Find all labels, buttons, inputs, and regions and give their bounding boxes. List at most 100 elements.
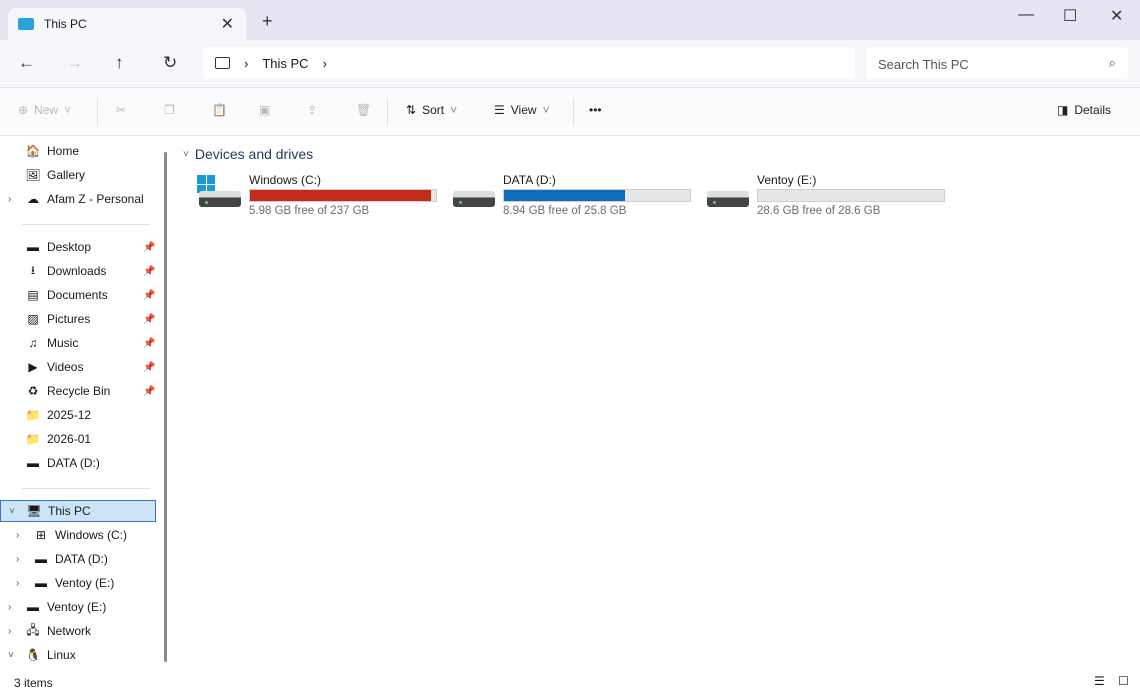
pin-icon: 📌 xyxy=(143,385,156,397)
paste-icon[interactable]: 📋 xyxy=(212,103,227,117)
close-tab-icon[interactable]: ✕ xyxy=(221,14,234,34)
sidebar-item[interactable]: ♫ Music 📌 xyxy=(0,332,156,354)
chevron-right-icon[interactable]: › xyxy=(16,530,19,541)
forward-button[interactable]: → xyxy=(66,53,83,73)
sidebar-item-label: DATA (D:) xyxy=(55,552,108,566)
new-button[interactable]: ⊕ New ˅ xyxy=(18,103,71,117)
sidebar-item[interactable]: ♻ Recycle Bin 📌 xyxy=(0,380,156,402)
up-button[interactable]: ↑ xyxy=(115,53,124,73)
sidebar-item[interactable]: › 🖧 Network xyxy=(0,620,156,642)
sidebar-scrollbar[interactable] xyxy=(164,152,167,662)
sidebar-item[interactable]: › ▬ Ventoy (E:) xyxy=(0,596,156,618)
drive-icon: ▬ xyxy=(27,456,39,470)
details-label: Details xyxy=(1074,103,1112,117)
hard-drive-icon xyxy=(199,191,241,207)
new-label: New xyxy=(34,103,59,117)
delete-icon[interactable]: 🗑 xyxy=(356,103,371,117)
pin-icon: 📌 xyxy=(143,337,156,349)
sidebar-item[interactable]: ˅ 🐧 Linux xyxy=(0,644,156,666)
chevron-right-icon[interactable]: › xyxy=(16,578,19,589)
minimize-button[interactable]: — xyxy=(1018,6,1034,24)
sidebar-item[interactable]: › ▬ DATA (D:) xyxy=(0,548,156,570)
onedrive-icon: ☁ xyxy=(27,192,39,206)
drive-icon: ▬ xyxy=(35,576,47,590)
sidebar-item[interactable]: › ▬ Ventoy (E:) xyxy=(0,572,156,594)
drive-free-space: 5.98 GB free of 237 GB xyxy=(249,205,370,217)
sort-label: Sort xyxy=(422,103,445,117)
monitor-icon xyxy=(215,57,230,69)
search-input[interactable]: Search This PC ⌕ xyxy=(866,47,1128,79)
network-icon: 🖧 xyxy=(26,622,40,637)
sidebar-item-label: Ventoy (E:) xyxy=(47,600,107,614)
sidebar-item-label: Network xyxy=(47,624,92,638)
sidebar-item-label: 2025-12 xyxy=(47,408,92,422)
sidebar-item[interactable]: ˅ 🖥 This PC xyxy=(0,500,156,522)
drive-tile[interactable]: DATA (D:) 8.94 GB free of 25.8 GB xyxy=(451,173,701,223)
pin-icon: 📌 xyxy=(143,289,156,301)
drive-tile[interactable]: Windows (C:) 5.98 GB free of 237 GB xyxy=(197,173,447,223)
item-count: 3 items xyxy=(14,676,53,690)
videos-icon: ▶ xyxy=(28,360,38,374)
drive-free-space: 28.6 GB free of 28.6 GB xyxy=(757,205,881,217)
chevron-down-icon[interactable]: ˅ xyxy=(8,650,14,661)
chevron-right-icon[interactable]: › xyxy=(323,56,327,71)
sidebar-item[interactable]: 🏠 Home xyxy=(0,140,156,162)
sidebar-item[interactable]: › ⊞ Windows (C:) xyxy=(0,524,156,546)
list-view-icon[interactable]: ☰ xyxy=(1094,674,1105,688)
sidebar-item-label: Music xyxy=(47,336,79,350)
drive-free-space: 8.94 GB free of 25.8 GB xyxy=(503,205,627,217)
home-icon: 🏠 xyxy=(25,144,41,158)
chevron-right-icon[interactable]: › xyxy=(244,56,248,71)
sidebar-item[interactable]: 📁 2025-12 xyxy=(0,404,156,426)
sidebar-item[interactable]: ▨ Pictures 📌 xyxy=(0,308,156,330)
folder-icon: 📁 xyxy=(25,408,41,422)
share-icon[interactable]: ⇪ xyxy=(307,103,317,117)
drive-usage-fill xyxy=(250,190,432,201)
drive-usage-bar xyxy=(503,189,691,202)
group-header-devices[interactable]: ˅ Devices and drives xyxy=(183,146,313,162)
navigation-pane: 🏠 Home 🖼 Gallery › ☁ Afam Z - Personal ▬ Desktop… xyxy=(0,137,160,670)
plus-circle-icon: ⊕ xyxy=(18,103,29,117)
drive-icon: ▬ xyxy=(27,600,39,614)
close-window-button[interactable]: ✕ xyxy=(1110,6,1123,26)
sort-button[interactable]: ⇅ Sort ˅ xyxy=(406,103,457,117)
new-tab-button[interactable]: + xyxy=(262,11,273,32)
sidebar-item[interactable]: ▬ DATA (D:) xyxy=(0,452,156,474)
more-options-button[interactable]: ••• xyxy=(589,103,602,117)
command-bar: ⊕ New ˅ ✂ ❐ 📋 ▣ ⇪ 🗑 ⇅ Sort ˅ ☰ View ˅ ••• ◨ Det… xyxy=(0,88,1140,136)
desktop-icon: ▬ xyxy=(27,240,39,254)
breadcrumb-this-pc[interactable]: This PC xyxy=(262,56,308,71)
pin-icon: 📌 xyxy=(143,241,156,253)
drive-usage-fill xyxy=(504,190,626,201)
sidebar-item[interactable]: ▤ Documents 📌 xyxy=(0,284,156,306)
chevron-right-icon[interactable]: › xyxy=(16,554,19,565)
sidebar-item-label: Windows (C:) xyxy=(55,528,128,542)
sidebar-item[interactable]: ▶ Videos 📌 xyxy=(0,356,156,378)
sidebar-item[interactable]: ▬ Desktop 📌 xyxy=(0,236,156,258)
details-button[interactable]: ◨ Details xyxy=(1057,103,1111,117)
maximize-button[interactable]: ☐ xyxy=(1063,6,1077,26)
monitor-icon xyxy=(18,18,34,30)
sidebar-item[interactable]: › ☁ Afam Z - Personal xyxy=(0,188,156,210)
rename-icon[interactable]: ▣ xyxy=(259,103,270,117)
documents-icon: ▤ xyxy=(27,288,39,302)
content-area: ˅ Devices and drives Windows (C:) 5.98 GB … xyxy=(175,137,1140,670)
refresh-button[interactable]: ↻ xyxy=(163,53,177,73)
chevron-right-icon[interactable]: › xyxy=(8,602,11,613)
sidebar-item-label: Recycle Bin xyxy=(47,384,111,398)
chevron-right-icon[interactable]: › xyxy=(8,626,11,637)
sidebar-item[interactable]: 📁 2026-01 xyxy=(0,428,156,450)
chevron-right-icon[interactable]: › xyxy=(8,194,11,205)
tab-this-pc[interactable]: This PC ✕ xyxy=(8,8,246,40)
view-button[interactable]: ☰ View ˅ xyxy=(494,103,550,117)
drive-tile[interactable]: Ventoy (E:) 28.6 GB free of 28.6 GB xyxy=(705,173,955,223)
tiles-view-icon[interactable]: ☐ xyxy=(1118,674,1129,688)
sidebar-item[interactable]: 🖼 Gallery xyxy=(0,164,156,186)
back-button[interactable]: ← xyxy=(18,53,35,73)
details-pane-icon: ◨ xyxy=(1057,103,1069,117)
sidebar-item[interactable]: ⭳ Downloads 📌 xyxy=(0,260,156,282)
breadcrumb[interactable]: › This PC › xyxy=(203,47,855,79)
cut-icon[interactable]: ✂ xyxy=(116,103,126,117)
copy-icon[interactable]: ❐ xyxy=(164,103,175,117)
chevron-down-icon[interactable]: ˅ xyxy=(9,506,15,517)
